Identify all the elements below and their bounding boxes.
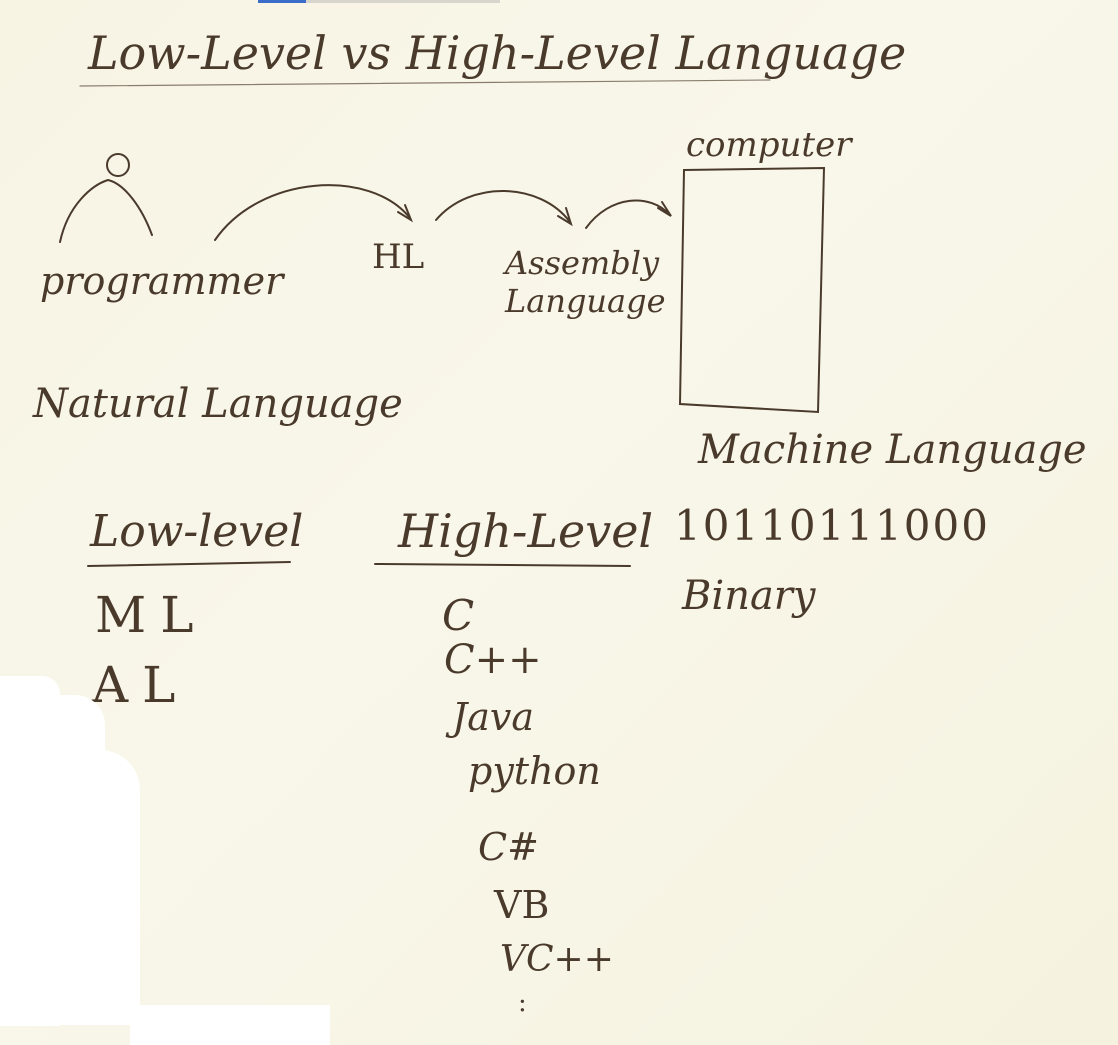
arrow-programmer-to-hl	[214, 184, 411, 241]
high-level-item: Java	[452, 695, 535, 739]
arrow-assembly-to-computer	[585, 199, 671, 229]
assembly-language-label: Assembly Language	[505, 244, 666, 321]
screen-glare	[0, 676, 60, 1026]
page-title: Low-Level vs High-Level Language	[88, 26, 907, 80]
programmer-head-icon	[106, 153, 130, 177]
high-level-heading: High-Level	[398, 504, 654, 558]
whiteboard: Low-Level vs High-Level Language compute…	[0, 0, 1118, 1045]
low-level-item: ML	[95, 586, 208, 644]
screen-glare	[55, 695, 105, 1025]
machine-language-label: Machine Language	[698, 427, 1087, 473]
high-level-item: VB	[494, 883, 550, 927]
high-level-item: python	[468, 749, 601, 793]
computer-label: computer	[686, 125, 852, 165]
natural-language-label: Natural Language	[33, 381, 403, 427]
hl-label: HL	[372, 237, 425, 277]
binary-label: Binary	[682, 573, 816, 619]
binary-example: 10110111000	[674, 501, 990, 550]
high-level-underline	[374, 563, 631, 567]
title-underline	[79, 79, 771, 87]
high-level-item: VC++	[500, 939, 614, 980]
high-level-item: C#	[478, 825, 539, 869]
arrow-hl-to-assembly	[435, 190, 571, 223]
high-level-item: C++	[444, 637, 542, 683]
high-level-item: :	[518, 988, 527, 1018]
computer-box	[678, 166, 826, 414]
screen-glare	[130, 1005, 330, 1045]
high-level-item: C	[442, 591, 475, 640]
programmer-label: programmer	[40, 259, 284, 303]
low-level-heading: Low-level	[90, 506, 304, 557]
low-level-item: AL	[92, 656, 190, 714]
programmer-body-icon	[59, 178, 153, 243]
screen-glare	[100, 750, 140, 1025]
low-level-underline	[87, 561, 291, 567]
